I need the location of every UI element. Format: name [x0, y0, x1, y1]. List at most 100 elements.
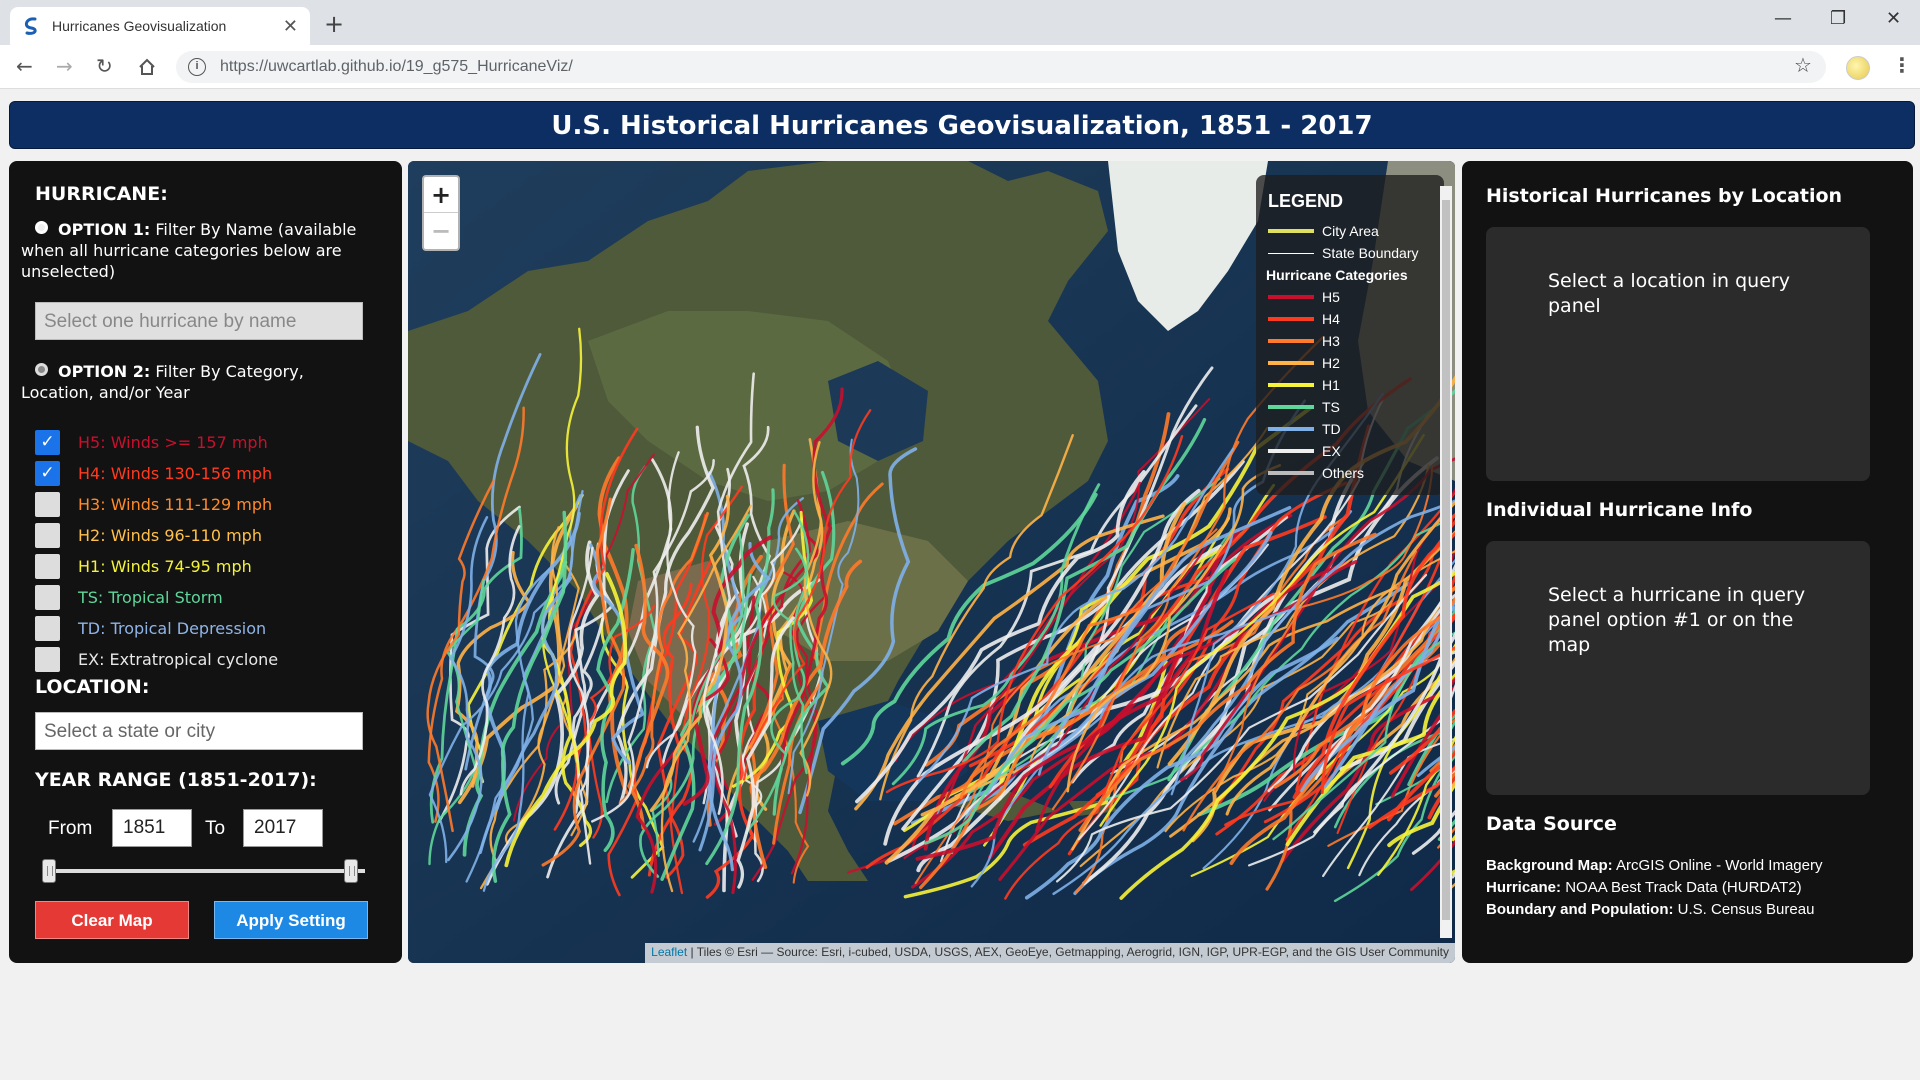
info-panel-scrollbar[interactable]: [1440, 186, 1452, 938]
zoom-in-button[interactable]: +: [424, 177, 458, 213]
option1-row[interactable]: OPTION 1: Filter By Name (available when…: [21, 219, 371, 282]
data-source-value: NOAA Best Track Data (HURDAT2): [1565, 879, 1802, 896]
forward-icon[interactable]: →: [56, 54, 73, 78]
hurricane-favicon-icon: [24, 17, 37, 35]
legend-swatch: [1268, 339, 1314, 343]
option2-row[interactable]: OPTION 2: Filter By Category, Location, …: [21, 361, 371, 403]
data-source-item: Boundary and Population: U.S. Census Bur…: [1486, 899, 1906, 921]
year-to-input[interactable]: 2017: [243, 809, 323, 847]
map-attribution: Leaflet | Tiles © Esri — Source: Esri, i…: [645, 943, 1455, 963]
to-label: To: [205, 818, 226, 839]
year-section-title: YEAR RANGE (1851-2017):: [35, 769, 317, 791]
category-checkbox[interactable]: ✓: [35, 429, 60, 455]
legend-row: H2: [1268, 352, 1432, 374]
page-title: U.S. Historical Hurricanes Geovisualizat…: [9, 101, 1915, 149]
data-source-key: Background Map:: [1486, 857, 1613, 874]
browser-tab[interactable]: Hurricanes Geovisualization ✕: [10, 7, 310, 45]
legend-row: TS: [1268, 396, 1432, 418]
year-slider-track[interactable]: [43, 869, 365, 873]
category-checkbox[interactable]: ✓: [35, 460, 60, 486]
category-label: TS: Tropical Storm: [78, 587, 223, 607]
category-checkbox[interactable]: [35, 615, 60, 641]
site-info-icon[interactable]: i: [188, 58, 206, 76]
new-tab-icon[interactable]: +: [324, 10, 344, 38]
category-label: H5: Winds >= 157 mph: [78, 432, 268, 452]
attribution-text: | Tiles © Esri — Source: Esri, i-cubed, …: [690, 945, 1449, 959]
option2-radio[interactable]: [35, 363, 48, 376]
query-panel: HURRICANE: OPTION 1: Filter By Name (ava…: [9, 161, 402, 963]
category-row[interactable]: ✓ H5: Winds >= 157 mph: [35, 429, 268, 455]
year-from-input[interactable]: 1851: [112, 809, 192, 847]
hurricane-name-select[interactable]: Select one hurricane by name: [35, 302, 363, 340]
back-icon[interactable]: ←: [16, 54, 33, 78]
category-checkbox[interactable]: [35, 491, 60, 517]
legend-row: H3: [1268, 330, 1432, 352]
url-text: https://uwcartlab.github.io/19_g575_Hurr…: [220, 58, 573, 75]
category-checkbox[interactable]: [35, 584, 60, 610]
bookmark-star-icon[interactable]: ☆: [1794, 53, 1812, 77]
data-source-item: Hurricane: NOAA Best Track Data (HURDAT2…: [1486, 877, 1906, 899]
legend-swatch: [1268, 317, 1314, 321]
category-row[interactable]: EX: Extratropical cyclone: [35, 646, 278, 672]
legend-row: EX: [1268, 440, 1432, 462]
year-slider-min-handle[interactable]: [42, 859, 56, 883]
option1-radio[interactable]: [35, 221, 48, 234]
apply-setting-button[interactable]: Apply Setting: [214, 901, 368, 939]
option2-label: OPTION 2:: [58, 362, 151, 381]
browser-menu-icon[interactable]: ⋮: [1892, 53, 1912, 77]
legend-label: H5: [1322, 289, 1340, 305]
year-slider-max-handle[interactable]: [344, 859, 358, 883]
minimize-icon[interactable]: —: [1774, 8, 1792, 29]
data-source-item: Background Map: ArcGIS Online - World Im…: [1486, 855, 1906, 877]
browser-toolbar: ← → ↻ i https://uwcartlab.github.io/19_g…: [0, 45, 1920, 89]
hurricane-map[interactable]: + − LEGEND City Area State Boundary Hurri…: [408, 161, 1455, 963]
category-row[interactable]: H3: Winds 111-129 mph: [35, 491, 272, 517]
browser-tabbar: Hurricanes Geovisualization ✕ + — ❐ ✕: [0, 0, 1920, 45]
reload-icon[interactable]: ↻: [96, 54, 113, 78]
category-row[interactable]: TD: Tropical Depression: [35, 615, 266, 641]
category-label: H4: Winds 130-156 mph: [78, 463, 273, 483]
category-row[interactable]: TS: Tropical Storm: [35, 584, 223, 610]
option1-label: OPTION 1:: [58, 220, 151, 239]
profile-avatar[interactable]: [1846, 56, 1870, 80]
legend-row: State Boundary: [1268, 242, 1432, 264]
scrollbar-thumb[interactable]: [1442, 200, 1450, 920]
category-row[interactable]: ✓ H4: Winds 130-156 mph: [35, 460, 272, 486]
legend-row: Others: [1268, 462, 1432, 484]
clear-map-button[interactable]: Clear Map: [35, 901, 189, 939]
data-source-value: U.S. Census Bureau: [1677, 901, 1815, 918]
legend-label: H3: [1322, 333, 1340, 349]
category-label: H3: Winds 111-129 mph: [78, 494, 273, 514]
legend-row: City Area: [1268, 220, 1432, 242]
location-section-title: LOCATION:: [35, 676, 150, 698]
category-label: H2: Winds 96-110 mph: [78, 525, 262, 545]
category-row[interactable]: H1: Winds 74-95 mph: [35, 553, 252, 579]
legend-label: City Area: [1322, 223, 1379, 239]
hurricane-section-title: HURRICANE:: [35, 183, 168, 205]
legend-label: H4: [1322, 311, 1340, 327]
legend-title: LEGEND: [1268, 191, 1344, 211]
restore-icon[interactable]: ❐: [1830, 8, 1846, 29]
category-checkbox[interactable]: [35, 646, 60, 672]
category-label: EX: Extratropical cyclone: [78, 649, 279, 669]
data-source-key: Hurricane:: [1486, 879, 1562, 896]
data-source-list: Background Map: ArcGIS Online - World Im…: [1486, 855, 1906, 921]
zoom-out-button[interactable]: −: [424, 213, 458, 249]
leaflet-link[interactable]: Leaflet: [651, 945, 687, 959]
category-checkbox[interactable]: [35, 553, 60, 579]
window-close-icon[interactable]: ✕: [1886, 8, 1901, 29]
category-row[interactable]: H2: Winds 96-110 mph: [35, 522, 262, 548]
category-label: TD: Tropical Depression: [78, 618, 267, 638]
legend-row: H5: [1268, 286, 1432, 308]
individual-info-title: Individual Hurricane Info: [1486, 499, 1753, 521]
data-source-key: Boundary and Population:: [1486, 901, 1674, 918]
zoom-control: + −: [422, 175, 460, 251]
address-bar[interactable]: i https://uwcartlab.github.io/19_g575_Hu…: [176, 51, 1826, 83]
map-legend: LEGEND City Area State Boundary Hurricane…: [1256, 175, 1444, 495]
location-input[interactable]: Select a state or city: [35, 712, 363, 750]
home-icon[interactable]: [137, 57, 157, 77]
legend-swatch: [1268, 427, 1314, 431]
data-source-value: ArcGIS Online - World Imagery: [1616, 857, 1823, 874]
tab-close-icon[interactable]: ✕: [283, 16, 298, 37]
category-checkbox[interactable]: [35, 522, 60, 548]
